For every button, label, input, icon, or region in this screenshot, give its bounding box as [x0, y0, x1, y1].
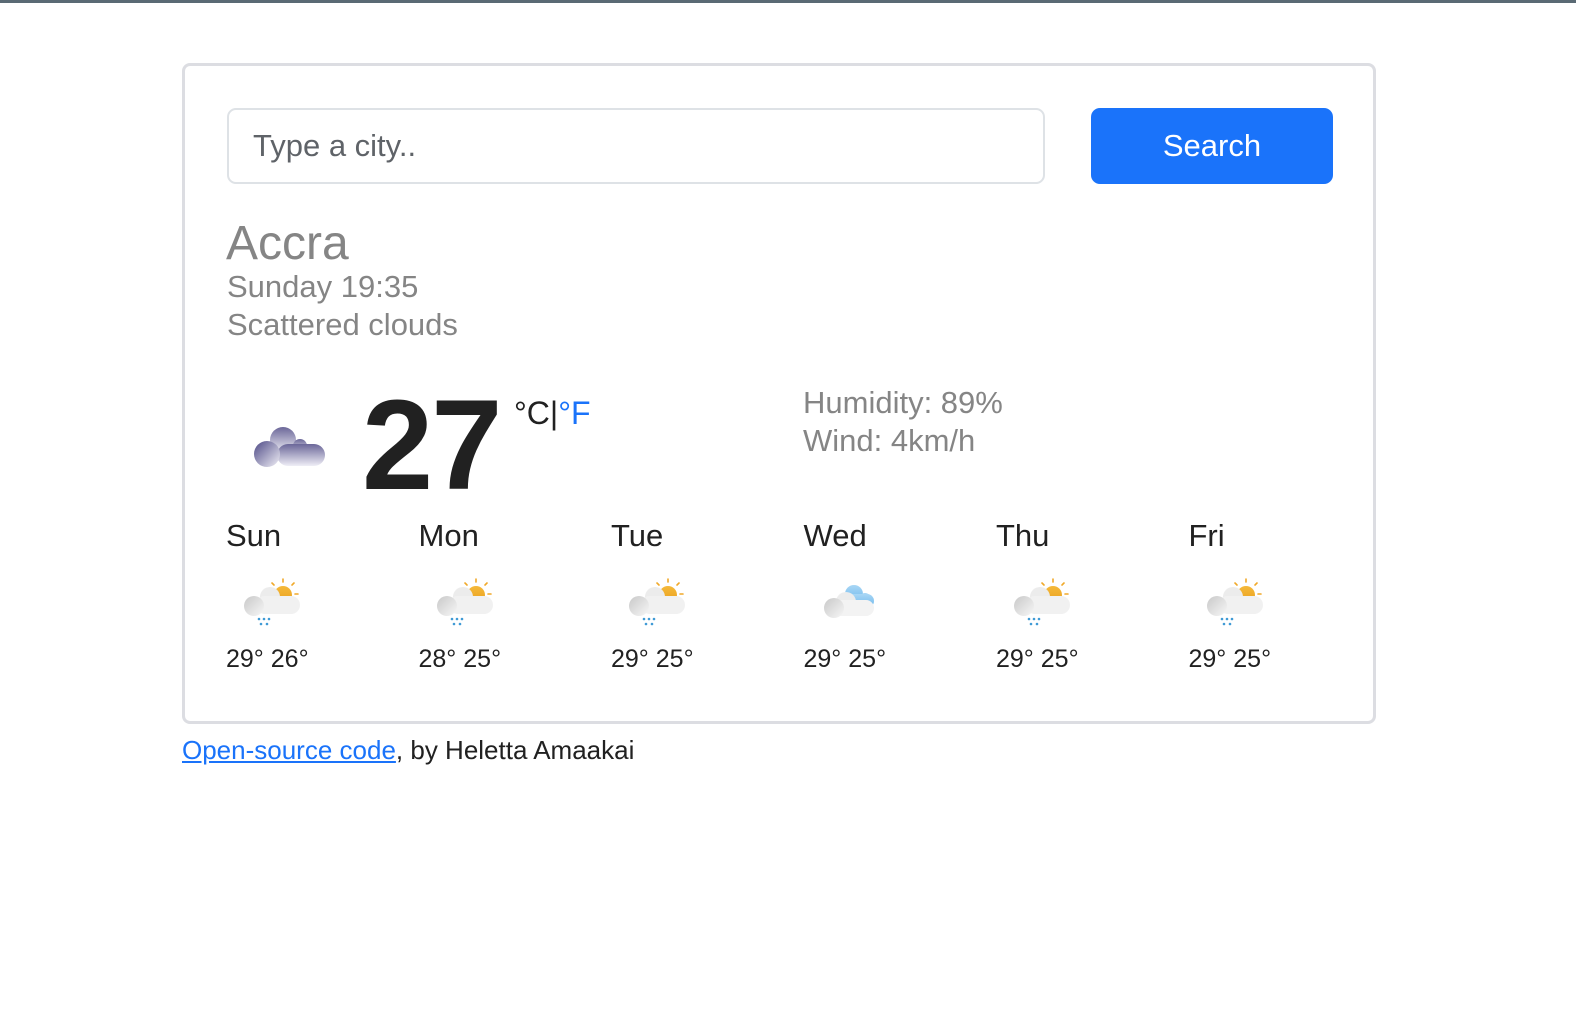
forecast-day-name: Tue — [611, 518, 664, 553]
celsius-unit: °C — [514, 395, 550, 431]
forecast-min-temp: 25° — [848, 645, 887, 673]
forecast-min-temp: 26° — [270, 645, 309, 673]
unit-toggle: °C|°F — [514, 393, 591, 433]
rain-sun-icon — [623, 576, 689, 628]
weather-description: Scattered clouds — [227, 307, 458, 342]
forecast-max-temp: 28° — [418, 645, 457, 673]
search-form: Search — [227, 108, 1335, 184]
forecast-min-temp: 25° — [463, 645, 502, 673]
scattered-clouds-icon — [249, 422, 329, 470]
weather-card: Search Accra Sunday 19:35 Scattered clou… — [182, 63, 1376, 724]
forecast: Sun 29° 26° Mon 28° 25° Tue 29° 25° Wed 29° 25°… — [226, 516, 1376, 686]
forecast-day: Sun 29° 26° — [226, 516, 406, 686]
date-time: Sunday 19:35 — [227, 269, 419, 304]
forecast-day: Thu 29° 25° — [996, 516, 1176, 686]
forecast-day-name: Fri — [1188, 518, 1225, 553]
rain-sun-icon — [238, 576, 304, 628]
forecast-day: Fri 29° 25° — [1189, 516, 1369, 686]
rain-sun-icon — [1008, 576, 1074, 628]
forecast-min-temp: 25° — [655, 645, 694, 673]
forecast-min-temp: 25° — [1040, 645, 1079, 673]
forecast-max-temp: 29° — [226, 645, 264, 673]
forecast-min-temp: 25° — [1233, 645, 1272, 673]
forecast-max-temp: 29° — [1188, 645, 1227, 673]
forecast-temps: 29° 25° — [1189, 644, 1272, 674]
wind: Wind: 4km/h — [803, 423, 976, 458]
weather-details: Humidity: 89% Wind: 4km/h — [803, 384, 1003, 460]
forecast-day: Mon 28° 25° — [419, 516, 599, 686]
search-button[interactable]: Search — [1091, 108, 1333, 184]
author-credit: , by Heletta Amaakai — [395, 735, 635, 765]
cloudy-icon — [816, 576, 882, 628]
humidity: Humidity: 89% — [803, 385, 1003, 420]
footer: Open-source code, by Heletta Amaakai — [182, 732, 634, 768]
forecast-day-name: Mon — [418, 518, 479, 553]
source-code-link[interactable]: Open-source code — [182, 735, 396, 765]
forecast-day-name: Wed — [803, 518, 867, 553]
forecast-max-temp: 29° — [803, 645, 842, 673]
forecast-temps: 29° 25° — [996, 644, 1079, 674]
forecast-day-name: Thu — [996, 518, 1050, 553]
fahrenheit-link[interactable]: °F — [558, 395, 590, 431]
city-search-input[interactable] — [227, 108, 1045, 184]
forecast-temps: 29° 25° — [804, 644, 887, 674]
forecast-temps: 29° 26° — [226, 644, 309, 674]
rain-sun-icon — [431, 576, 497, 628]
city-name: Accra — [226, 217, 349, 270]
rain-sun-icon — [1201, 576, 1267, 628]
forecast-max-temp: 29° — [996, 645, 1034, 673]
current-temperature: 27 — [362, 374, 502, 517]
forecast-day-name: Sun — [226, 518, 282, 553]
forecast-day: Tue 29° 25° — [611, 516, 791, 686]
top-bar — [0, 0, 1576, 3]
forecast-temps: 28° 25° — [419, 644, 502, 674]
forecast-max-temp: 29° — [611, 645, 649, 673]
unit-separator: | — [549, 395, 559, 431]
forecast-temps: 29° 25° — [611, 644, 694, 674]
forecast-day: Wed 29° 25° — [804, 516, 984, 686]
